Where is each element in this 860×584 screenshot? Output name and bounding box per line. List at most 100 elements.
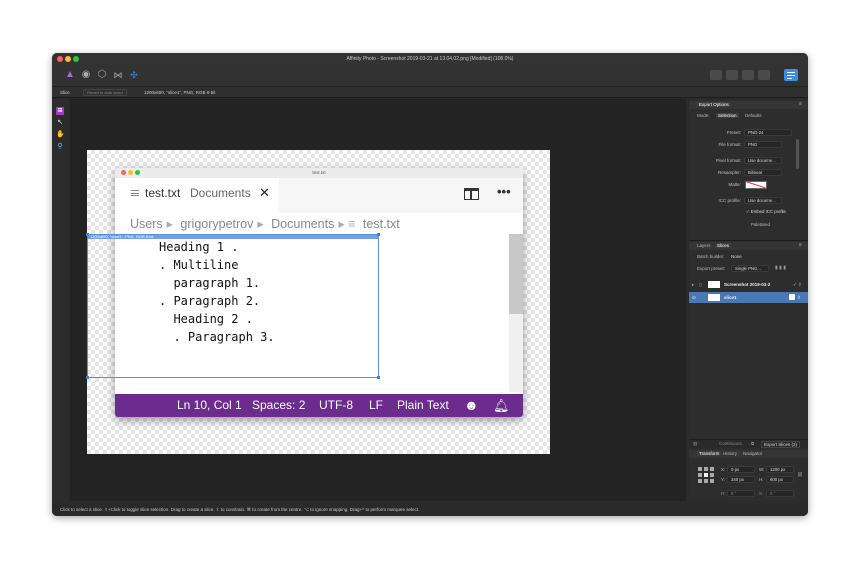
h-label: H: — [759, 477, 764, 482]
y-input[interactable]: 340 px — [727, 476, 755, 483]
photo-persona-icon[interactable]: ▲ — [64, 69, 76, 81]
link-icon[interactable]: ⛓︎ — [797, 472, 803, 478]
zoom-tool-icon[interactable]: ⚲ — [56, 143, 64, 151]
slice-rectangle[interactable] — [87, 234, 379, 378]
transform-tab[interactable]: Transform — [697, 451, 722, 456]
slice-thumbnail — [708, 281, 720, 288]
toolbar-button-3[interactable] — [742, 70, 754, 80]
slice-export-icon[interactable]: ✓ ⇪ — [793, 279, 802, 290]
editor-max-dot — [135, 170, 140, 175]
export-options-tab[interactable]: Export Options — [697, 102, 731, 107]
w-input[interactable]: 1200 px — [766, 466, 794, 473]
breadcrumb-item: Documents — [271, 217, 335, 231]
slices-panel-header: Layers Slices ≡ — [689, 242, 808, 250]
slice-checkbox[interactable] — [789, 294, 795, 300]
export-preset-dropdown[interactable]: Single PNG... — [731, 265, 769, 272]
cursor-position: Ln 10, Col 1 — [177, 398, 242, 412]
context-toolbar: Slice Revert to auto sized 1200x600, "sl… — [52, 87, 808, 98]
close-window-button[interactable] — [57, 56, 63, 62]
target-icon[interactable]: ⊙ — [692, 292, 696, 303]
canvas-area[interactable]: test.txt test.txt Documents ✕ ••• Users ▸… — [70, 99, 686, 501]
preset-label: Preset: — [726, 130, 741, 135]
slice-label[interactable]: 1200x600, "slice1", PNG, RGB 8-bit — [87, 234, 379, 239]
file-format-label: File format: — [718, 142, 741, 147]
h-input[interactable]: 600 px — [766, 476, 794, 483]
layers-tab[interactable]: Layers — [697, 243, 711, 248]
develop-persona-icon[interactable]: ⬡ — [96, 69, 108, 81]
history-tab[interactable]: History — [723, 451, 737, 456]
anchor-grid[interactable] — [698, 467, 714, 483]
icc-profile-dropdown[interactable]: Use docume... — [744, 197, 782, 204]
r-label: R: — [721, 491, 726, 496]
x-input[interactable]: 0 px — [727, 466, 755, 473]
mode-tab-selection[interactable]: Selection — [716, 113, 739, 118]
minimize-window-button[interactable] — [65, 56, 71, 62]
slice-handle-top-right[interactable] — [377, 233, 380, 236]
batch-builder-label: Batch builder: — [697, 254, 725, 259]
right-studio-panels: Export Options ≡ Mode: Selection Default… — [689, 99, 808, 501]
navigator-tab[interactable]: Navigator — [743, 451, 762, 456]
slice-export-icon[interactable]: ⇪ — [797, 292, 801, 303]
bell-icon: 🔔︎ — [493, 398, 510, 413]
slice-row-selected[interactable]: ⊙ slice1 ⇪ — [689, 292, 808, 303]
palettised-checkbox[interactable]: Palettised — [751, 222, 770, 227]
slice-handle-top-left[interactable] — [86, 233, 89, 236]
matte-swatch[interactable] — [745, 181, 767, 189]
embed-icc-checkbox[interactable]: ✓ Embed ICC profile — [746, 209, 786, 215]
editor-tab-bar: test.txt Documents ✕ ••• — [115, 178, 523, 213]
expand-arrow-icon[interactable]: ▸ — [692, 279, 694, 290]
smiley-icon: ☻ — [464, 397, 479, 413]
document-canvas[interactable]: test.txt test.txt Documents ✕ ••• Users ▸… — [86, 150, 550, 454]
breadcrumb-item: test.txt — [362, 217, 400, 231]
copy-icon[interactable]: ⧉ — [751, 441, 754, 446]
export-slices-button[interactable]: Export Slices (2) — [761, 441, 801, 448]
s-label: S: — [759, 491, 764, 496]
mode-tab-defaults[interactable]: Defaults — [745, 113, 762, 118]
close-tab-icon: ✕ — [259, 185, 270, 200]
slice-tool-icon[interactable]: ⊞ — [56, 107, 64, 115]
tool-name-label: Slice — [60, 90, 70, 95]
panel-menu-icon[interactable]: ≡ — [799, 101, 802, 107]
toolbar-button-4[interactable] — [758, 70, 770, 80]
export-options-scrollbar[interactable] — [796, 139, 799, 169]
editor-status-bar: Ln 10, Col 1 Spaces: 2 UTF-8 LF Plain Te… — [115, 394, 523, 417]
editor-breadcrumb: Users ▸ grigorypetrov ▸ Documents ▸ ≡ test.… — [130, 217, 400, 231]
main-toolbar: ▲ ◉ ⬡ ⋈ ✣ — [52, 65, 808, 87]
slice-selection-tool-icon[interactable]: ↖ — [56, 119, 64, 127]
w-label: W: — [759, 467, 765, 472]
panel-menu-icon[interactable]: ≡ — [799, 242, 802, 248]
continuous-toggle[interactable]: Continuous — [719, 441, 742, 446]
batch-builder-value[interactable]: None — [731, 254, 742, 259]
slice-thumbnail — [708, 294, 720, 301]
slices-tab[interactable]: Slices — [715, 243, 732, 248]
export-persona-icon[interactable]: ✣ — [128, 69, 140, 81]
liquify-persona-icon[interactable]: ◉ — [80, 69, 92, 81]
studio-toggle-button[interactable] — [784, 69, 798, 81]
shear-input[interactable]: 0 ° — [766, 490, 794, 497]
toolbar-button-2[interactable] — [726, 70, 738, 80]
breadcrumb-item: Users — [130, 217, 163, 231]
indentation-status: Spaces: 2 — [252, 398, 306, 412]
editor-close-dot — [121, 170, 126, 175]
editor-tab-filename: test.txt — [145, 186, 181, 200]
status-hint-bar: Click to select a slice. ⇧+Click to togg… — [52, 504, 808, 516]
slices-footer: ▥ Continuous ⧉ Export Slices (2) — [689, 439, 808, 448]
resampler-dropdown[interactable]: Bilinear — [744, 169, 782, 176]
zoom-window-button[interactable] — [73, 56, 79, 62]
pixel-format-dropdown[interactable]: Use docume... — [744, 157, 782, 164]
file-format-dropdown[interactable]: PNG — [744, 141, 782, 148]
editor-tab: test.txt Documents ✕ — [115, 178, 279, 213]
preset-dropdown[interactable]: PNG-24 — [744, 129, 792, 136]
view-tool-icon[interactable]: ✋ — [56, 131, 65, 139]
slice-handle-bottom-left[interactable] — [86, 376, 89, 379]
slice-handle-bottom-right[interactable] — [377, 376, 380, 379]
preset-action-icons[interactable]: ▮ ▮ ▮ — [775, 265, 786, 271]
slice-row[interactable]: ▸ ▯ Screenshot 2019-03-2 ✓ ⇪ — [689, 279, 808, 290]
editor-min-dot — [128, 170, 133, 175]
revert-auto-size-button[interactable]: Revert to auto sized — [83, 89, 127, 96]
tone-mapping-persona-icon[interactable]: ⋈ — [112, 69, 124, 81]
slice-name: Screenshot 2019-03-2 — [724, 282, 771, 287]
rotation-input[interactable]: 0 ° — [727, 490, 755, 497]
toolbar-button-1[interactable] — [710, 70, 722, 80]
trash-icon[interactable]: ▥ — [693, 441, 697, 447]
